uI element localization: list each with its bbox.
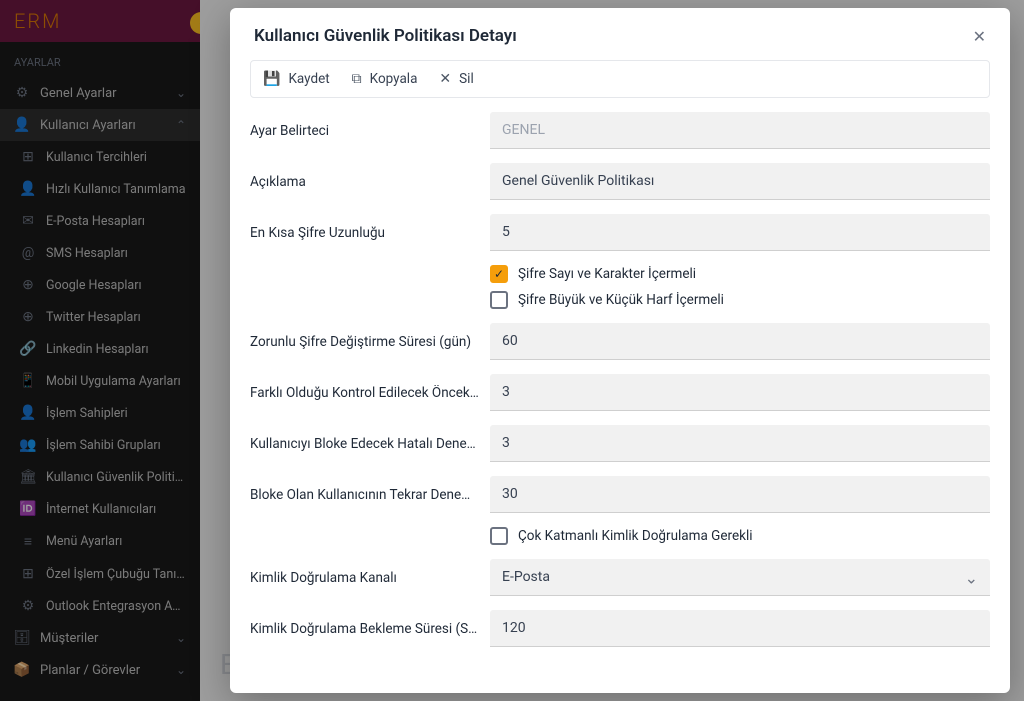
input-desc[interactable] [490, 163, 990, 200]
modal-title: Kullanıcı Güvenlik Politikası Detayı [254, 26, 973, 46]
select-channel[interactable] [490, 559, 990, 596]
input-minlen[interactable] [490, 214, 990, 251]
checkbox-case[interactable]: Şifre Büyük ve Küçük Harf İçermeli [490, 291, 990, 309]
modal-header: Kullanıcı Güvenlik Politikası Detayı ✕ [230, 8, 1010, 60]
input-block[interactable] [490, 425, 990, 462]
label-channel: Kimlik Doğrulama Kanalı [250, 570, 490, 586]
toolbar: 💾Kaydet ⧉Kopyala ✕Sil [250, 60, 990, 98]
label-wait: Kimlik Doğrulama Bekleme Süresi (Sani... [250, 621, 490, 637]
close-icon: ✕ [439, 71, 451, 87]
input-spec[interactable] [490, 112, 990, 149]
label-force: Zorunlu Şifre Değiştirme Süresi (gün) [250, 334, 490, 350]
label-spec: Ayar Belirteci [250, 123, 490, 139]
input-force[interactable] [490, 323, 990, 360]
delete-button[interactable]: ✕Sil [439, 71, 473, 87]
modal-dialog: Kullanıcı Güvenlik Politikası Detayı ✕ 💾… [230, 8, 1010, 693]
label-retry: Bloke Olan Kullanıcının Tekrar Deneme İ.… [250, 487, 490, 503]
label-prev: Farklı Olduğu Kontrol Edilecek Önceki Şi… [250, 385, 490, 401]
save-icon: 💾 [263, 71, 280, 87]
checkbox-mfa[interactable]: Çok Katmanlı Kimlik Doğrulama Gerekli [490, 527, 990, 545]
input-prev[interactable] [490, 374, 990, 411]
label-desc: Açıklama [250, 174, 490, 190]
checkbox-num-char[interactable]: ✓Şifre Sayı ve Karakter İçermeli [490, 265, 990, 283]
modal-body: 💾Kaydet ⧉Kopyala ✕Sil Ayar Belirteci Açı… [230, 60, 1010, 693]
save-button[interactable]: 💾Kaydet [263, 71, 330, 87]
copy-button[interactable]: ⧉Kopyala [352, 71, 418, 87]
checkbox-empty-icon [490, 291, 508, 309]
label-block: Kullanıcıyı Bloke Edecek Hatalı Deneme..… [250, 436, 490, 452]
check-icon: ✓ [490, 265, 508, 283]
label-minlen: En Kısa Şifre Uzunluğu [250, 225, 490, 241]
input-wait[interactable] [490, 610, 990, 647]
close-button[interactable]: ✕ [973, 27, 986, 46]
copy-icon: ⧉ [352, 71, 362, 87]
checkbox-empty-icon [490, 527, 508, 545]
input-retry[interactable] [490, 476, 990, 513]
